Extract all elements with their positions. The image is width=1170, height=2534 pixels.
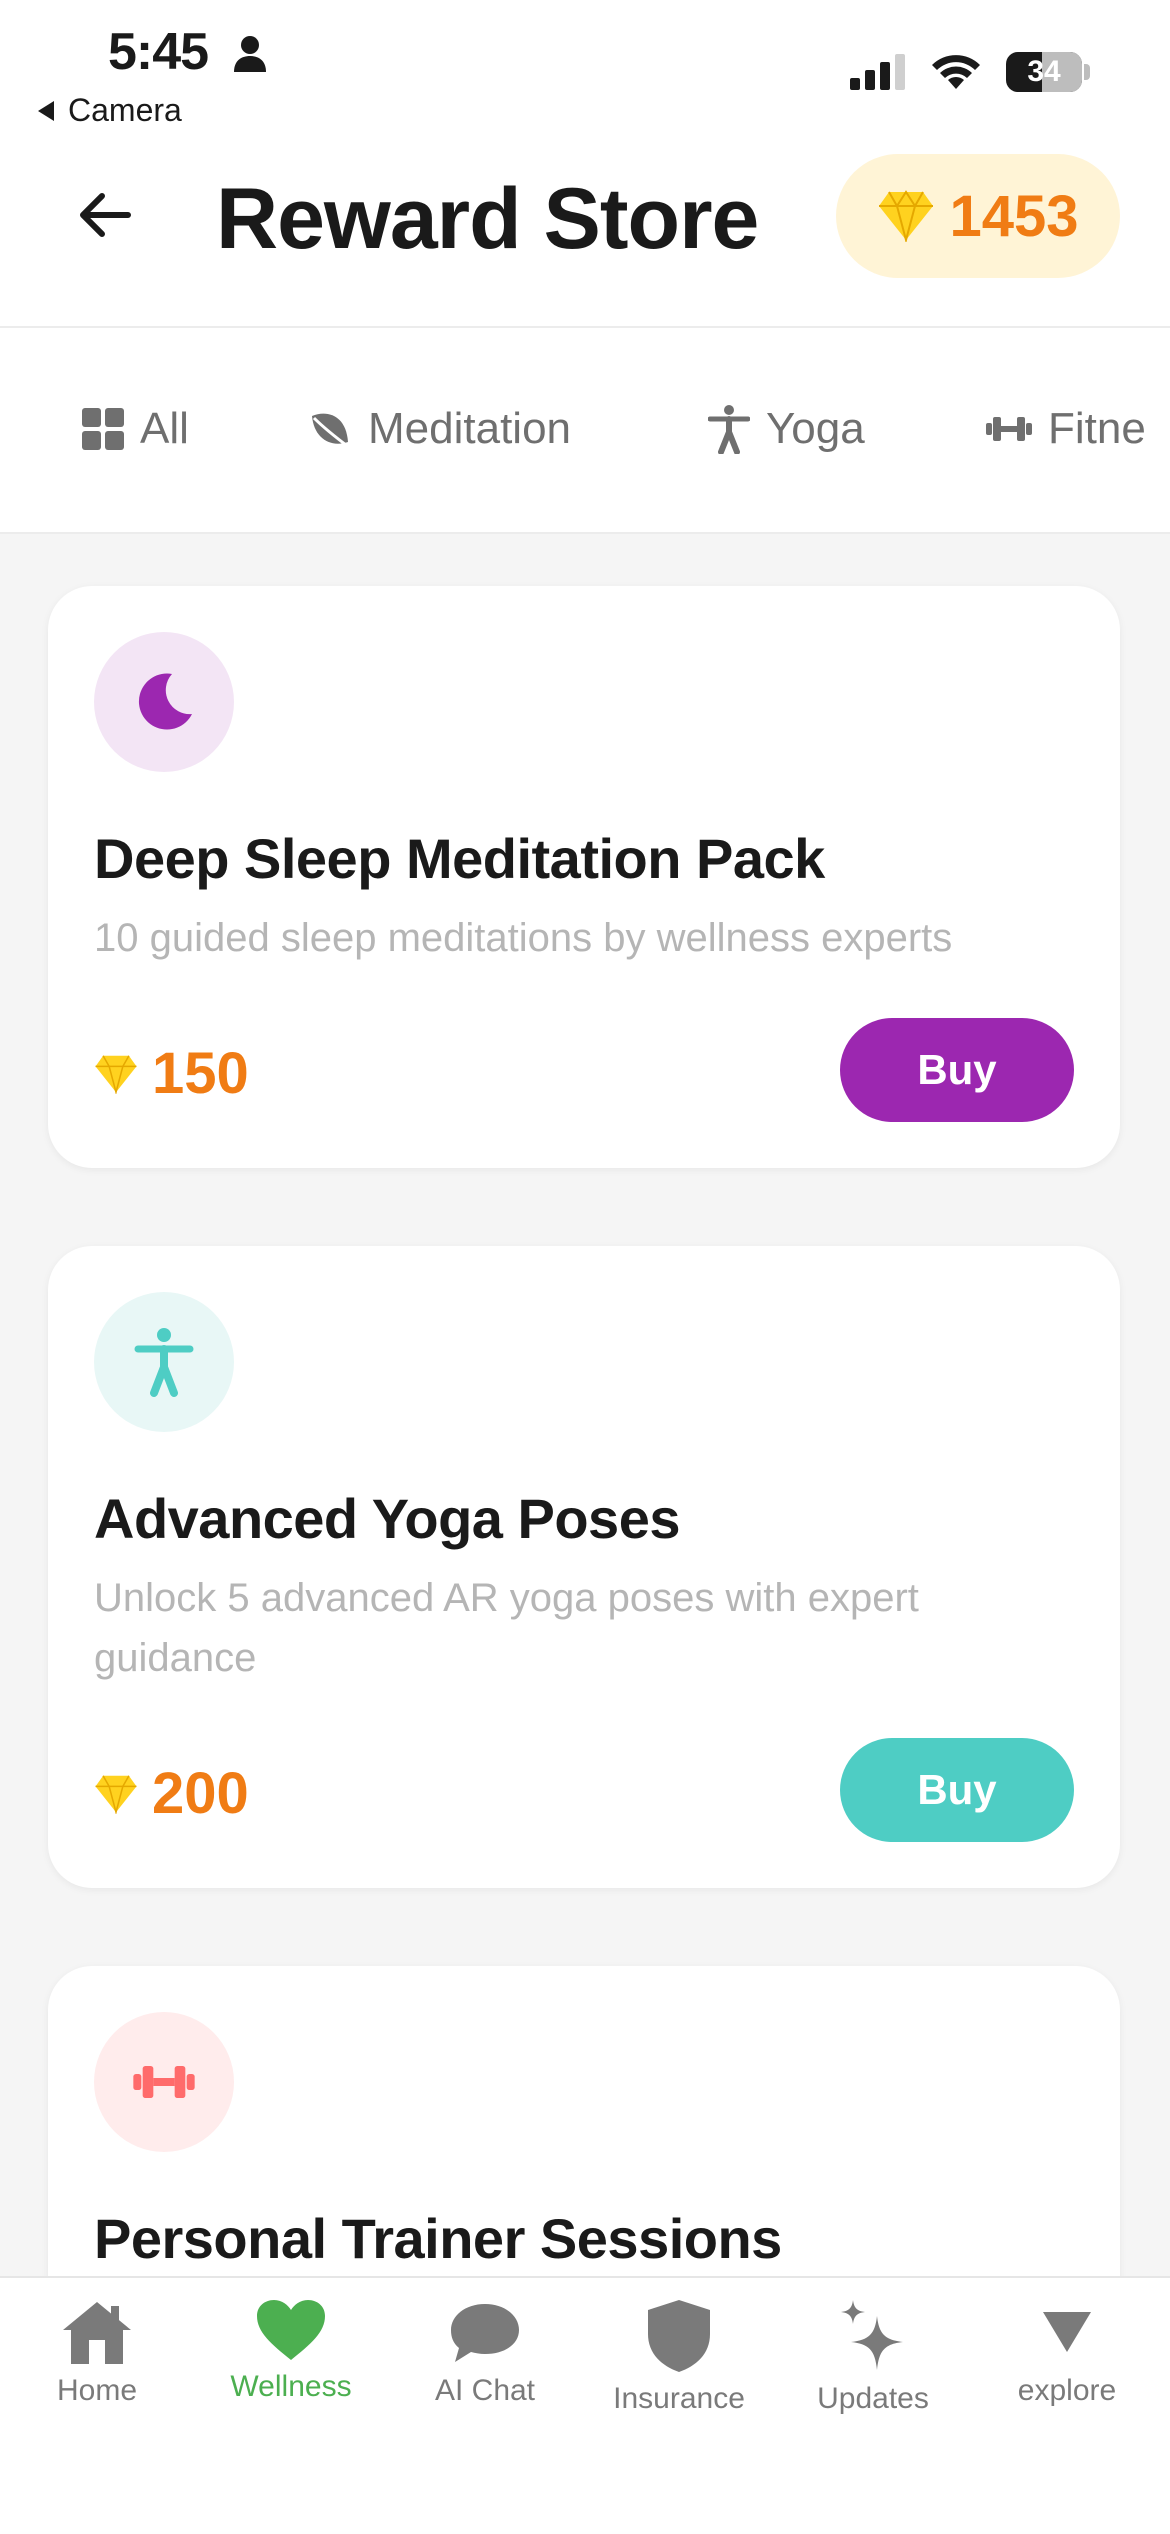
signal-icon (850, 54, 905, 90)
back-button[interactable] (70, 180, 140, 250)
chat-bubble-icon (451, 2304, 519, 2362)
product-card-yoga: Advanced Yoga Poses Unlock 5 advanced AR… (48, 1246, 1120, 1888)
category-tabs: All Meditation Yoga Fitne (0, 328, 1170, 534)
home-icon (63, 2302, 131, 2364)
points-value: 1453 (949, 183, 1079, 249)
tab-label: All (140, 404, 189, 453)
tab-label: Fitne (1048, 404, 1146, 453)
product-title: Advanced Yoga Poses (94, 1487, 681, 1550)
product-icon-badge (94, 1292, 234, 1432)
product-price: 150 (94, 1040, 249, 1107)
tab-meditation[interactable]: Meditation (308, 404, 571, 454)
nav-ai-chat[interactable]: AI Chat (390, 2298, 580, 2408)
back-app-label: Camera (68, 92, 182, 128)
back-triangle-icon (38, 100, 54, 121)
product-description: Unlock 5 advanced AR yoga poses with exp… (94, 1576, 919, 1680)
tab-label: Yoga (766, 404, 865, 453)
nav-label: explore (1017, 2374, 1117, 2407)
product-card-sleep: Deep Sleep Meditation Pack 10 guided sle… (48, 586, 1120, 1168)
dumbbell-icon (133, 2066, 195, 2098)
price-value: 200 (152, 1761, 249, 1826)
status-time: 5:45 (108, 23, 209, 81)
moon-icon (138, 673, 192, 730)
gem-icon (879, 190, 934, 242)
price-value: 150 (152, 1041, 249, 1106)
nav-insurance[interactable]: Insurance (584, 2298, 774, 2416)
gem-icon (95, 1774, 137, 1814)
grid-icon (82, 408, 124, 450)
product-icon-badge (94, 2012, 234, 2152)
nav-label: Insurance (613, 2382, 745, 2415)
nav-label: AI Chat (434, 2374, 536, 2407)
status-bar: 5:45 Camera 34 (0, 0, 1170, 140)
bottom-navigation: Home Wellness AI Chat Insurance Updates … (0, 2276, 1170, 2534)
tab-label: Meditation (368, 404, 572, 453)
nav-home[interactable]: Home (2, 2298, 192, 2408)
product-price: 200 (94, 1760, 249, 1827)
system-icons: 34 (850, 52, 1090, 92)
buy-button[interactable]: Buy (840, 1738, 1074, 1842)
triangle-down-icon (1043, 2312, 1091, 2352)
product-title: Personal Trainer Sessions (94, 2207, 782, 2270)
product-icon-badge (94, 632, 234, 772)
nav-updates[interactable]: Updates (778, 2298, 968, 2416)
tab-yoga[interactable]: Yoga (708, 404, 865, 454)
person-icon (234, 36, 266, 72)
tab-fitness[interactable]: Fitne (986, 404, 1146, 454)
gem-icon (95, 1054, 137, 1094)
sparkles-icon (841, 2300, 903, 2370)
dumbbell-icon (986, 417, 1032, 441)
nav-explore[interactable]: explore (972, 2298, 1162, 2408)
battery-level: 34 (1027, 55, 1061, 88)
points-badge: 1453 (836, 154, 1120, 278)
buy-button[interactable]: Buy (840, 1018, 1074, 1122)
back-to-app-link[interactable]: Camera (36, 92, 182, 129)
shield-icon (648, 2300, 710, 2372)
leaf-icon (312, 413, 351, 450)
nav-label: Wellness (230, 2370, 352, 2403)
nav-label: Home (56, 2374, 138, 2407)
battery-indicator: 34 (1006, 52, 1082, 92)
page-title: Reward Store (216, 171, 759, 267)
person-icon (708, 405, 750, 454)
heart-icon (257, 2300, 325, 2360)
nav-label: Updates (817, 2382, 929, 2415)
product-description: 10 guided sleep meditations by wellness … (94, 916, 953, 960)
arrow-left-icon (80, 193, 131, 237)
header: Reward Store 1453 (0, 140, 1170, 328)
product-title: Deep Sleep Meditation Pack (94, 827, 825, 890)
wifi-icon (932, 55, 980, 89)
nav-wellness[interactable]: Wellness (196, 2298, 386, 2404)
yoga-person-icon (134, 1328, 194, 1397)
tab-all[interactable]: All (82, 404, 189, 454)
